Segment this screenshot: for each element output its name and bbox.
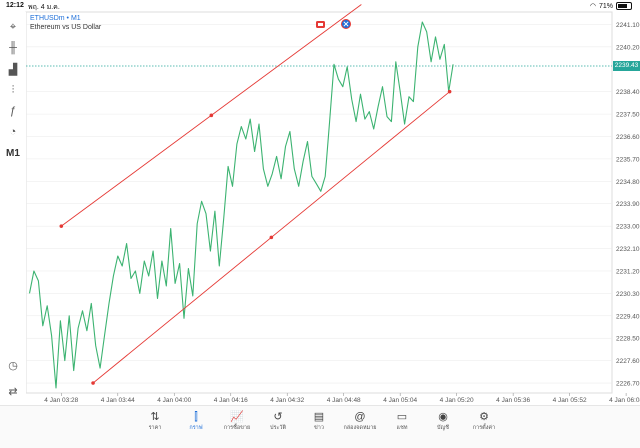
x-tick-label: 4 Jan 05:52 <box>553 397 587 404</box>
x-tick-label: 4 Jan 04:32 <box>270 397 304 404</box>
y-tick-label: 2233.90 <box>616 201 640 208</box>
shapes-icon[interactable]: ◔ <box>4 123 22 141</box>
trade-icon[interactable]: ⇄ <box>4 382 22 400</box>
speedometer-icon[interactable]: ◷ <box>4 356 22 374</box>
accounts-icon: ◉ <box>438 411 448 423</box>
nav-label: กล่องจดหมาย <box>343 425 377 431</box>
chart-title: ETHUSDm • M1 Ethereum vs US Dollar <box>30 14 101 32</box>
price-series-line <box>28 21 454 389</box>
y-tick-label: 2233.00 <box>616 224 640 231</box>
x-tick-label: 4 Jan 05:20 <box>440 397 474 404</box>
y-tick-label: 2228.50 <box>616 336 640 343</box>
channel-anchor-point <box>91 381 95 385</box>
y-tick-label: 2231.20 <box>616 268 640 275</box>
y-tick-label: 2230.30 <box>616 291 640 298</box>
x-tick-label: 4 Jan 03:28 <box>44 397 78 404</box>
nav-news[interactable]: ▤ ข่าว <box>299 410 339 432</box>
y-tick-label: 2234.80 <box>616 179 640 186</box>
channel-anchor-point <box>209 113 214 118</box>
settings-sliders-icon[interactable]: ⫶ <box>4 81 22 99</box>
nav-history[interactable]: ↺ ประวัติ <box>258 410 298 432</box>
nav-label: แชท <box>396 425 408 431</box>
flag-logo-inner <box>318 23 323 26</box>
nav-accounts[interactable]: ◉ บัญชี <box>423 410 463 432</box>
news-icon: ▤ <box>313 411 325 423</box>
x-tick-label: 4 Jan 04:00 <box>157 397 191 404</box>
x-tick-label: 4 Jan 05:36 <box>496 397 530 404</box>
y-tick-label: 2240.20 <box>616 44 640 51</box>
trade-icon: 📈 <box>230 411 244 423</box>
bottom-navigation: ⇅ ราคา ⫿ กราฟ 📈 การซื้อขาย ↺ ประวัติ ▤ ข่าว @ กล่อง… <box>0 405 640 448</box>
price-chart[interactable]: 2241.10 2240.20 2238.40 2237.50 2236.60 2235.… <box>0 0 640 405</box>
x-tick-label: 4 Jan 04:48 <box>327 397 361 404</box>
nav-chat[interactable]: ▭ แชท <box>382 410 422 432</box>
y-tick-label: 2241.10 <box>616 22 640 29</box>
x-tick-label: 4 Jan 06:08 <box>609 397 640 404</box>
settings-icon: ⚙ <box>479 411 489 423</box>
y-tick-label: 2237.50 <box>616 112 640 119</box>
channel-anchor-point <box>59 224 64 228</box>
nav-label: บัญชี <box>437 425 449 431</box>
symbol-timeframe[interactable]: ETHUSDm • M1 <box>30 14 101 23</box>
x-tick-label: 4 Jan 05:04 <box>383 397 417 404</box>
quotes-icon: ⇅ <box>150 411 160 423</box>
x-tick-label: 4 Jan 04:16 <box>214 397 248 404</box>
chat-icon: ▭ <box>396 411 408 423</box>
y-tick-label: 2236.60 <box>616 134 640 141</box>
nav-mailbox[interactable]: @ กล่องจดหมาย <box>340 410 380 432</box>
nav-label: ประวัติ <box>269 425 287 431</box>
nav-label: การตั้งค่า <box>472 425 496 431</box>
nav-chart[interactable]: ⫿ กราฟ <box>176 410 216 432</box>
chart-icon: ⫿ <box>194 411 198 423</box>
symbol-description: Ethereum vs US Dollar <box>30 24 102 31</box>
y-tick-label: 2238.40 <box>616 89 640 96</box>
y-tick-label: 2227.60 <box>616 358 640 365</box>
indicators-icon[interactable]: ▟ <box>4 60 22 78</box>
nav-label: การซื้อขาย <box>223 425 251 431</box>
nav-trade[interactable]: 📈 การซื้อขาย <box>217 410 257 432</box>
mailbox-icon: @ <box>354 411 366 423</box>
left-toolbar: ⌖ ╫ ▟ ⫶ ƒ ◔ M1 ◷ ⇄ <box>0 12 26 405</box>
y-tick-label: 2226.70 <box>616 381 640 388</box>
y-tick-label: 2229.40 <box>616 313 640 320</box>
nav-settings[interactable]: ⚙ การตั้งค่า <box>464 410 504 432</box>
plot-frame <box>25 11 613 394</box>
nav-label: กราฟ <box>189 425 203 431</box>
nav-label: ราคา <box>148 425 162 431</box>
y-tick-label: 2232.10 <box>616 246 640 253</box>
nav-label: ข่าว <box>314 425 324 431</box>
crosshair-icon[interactable]: ⌖ <box>4 18 22 36</box>
channel-anchor-point <box>269 235 274 240</box>
channel-anchor-point <box>447 89 452 94</box>
y-tick-label: 2235.70 <box>616 156 640 163</box>
x-tick-label: 4 Jan 03:44 <box>101 397 135 404</box>
timeframe-button[interactable]: M1 <box>4 144 22 162</box>
nav-quotes[interactable]: ⇅ ราคา <box>135 410 175 432</box>
candlestick-icon[interactable]: ╫ <box>4 39 22 57</box>
history-icon: ↺ <box>273 411 283 423</box>
function-icon[interactable]: ƒ <box>4 102 22 120</box>
current-price-label: 2239.43 <box>613 61 640 72</box>
